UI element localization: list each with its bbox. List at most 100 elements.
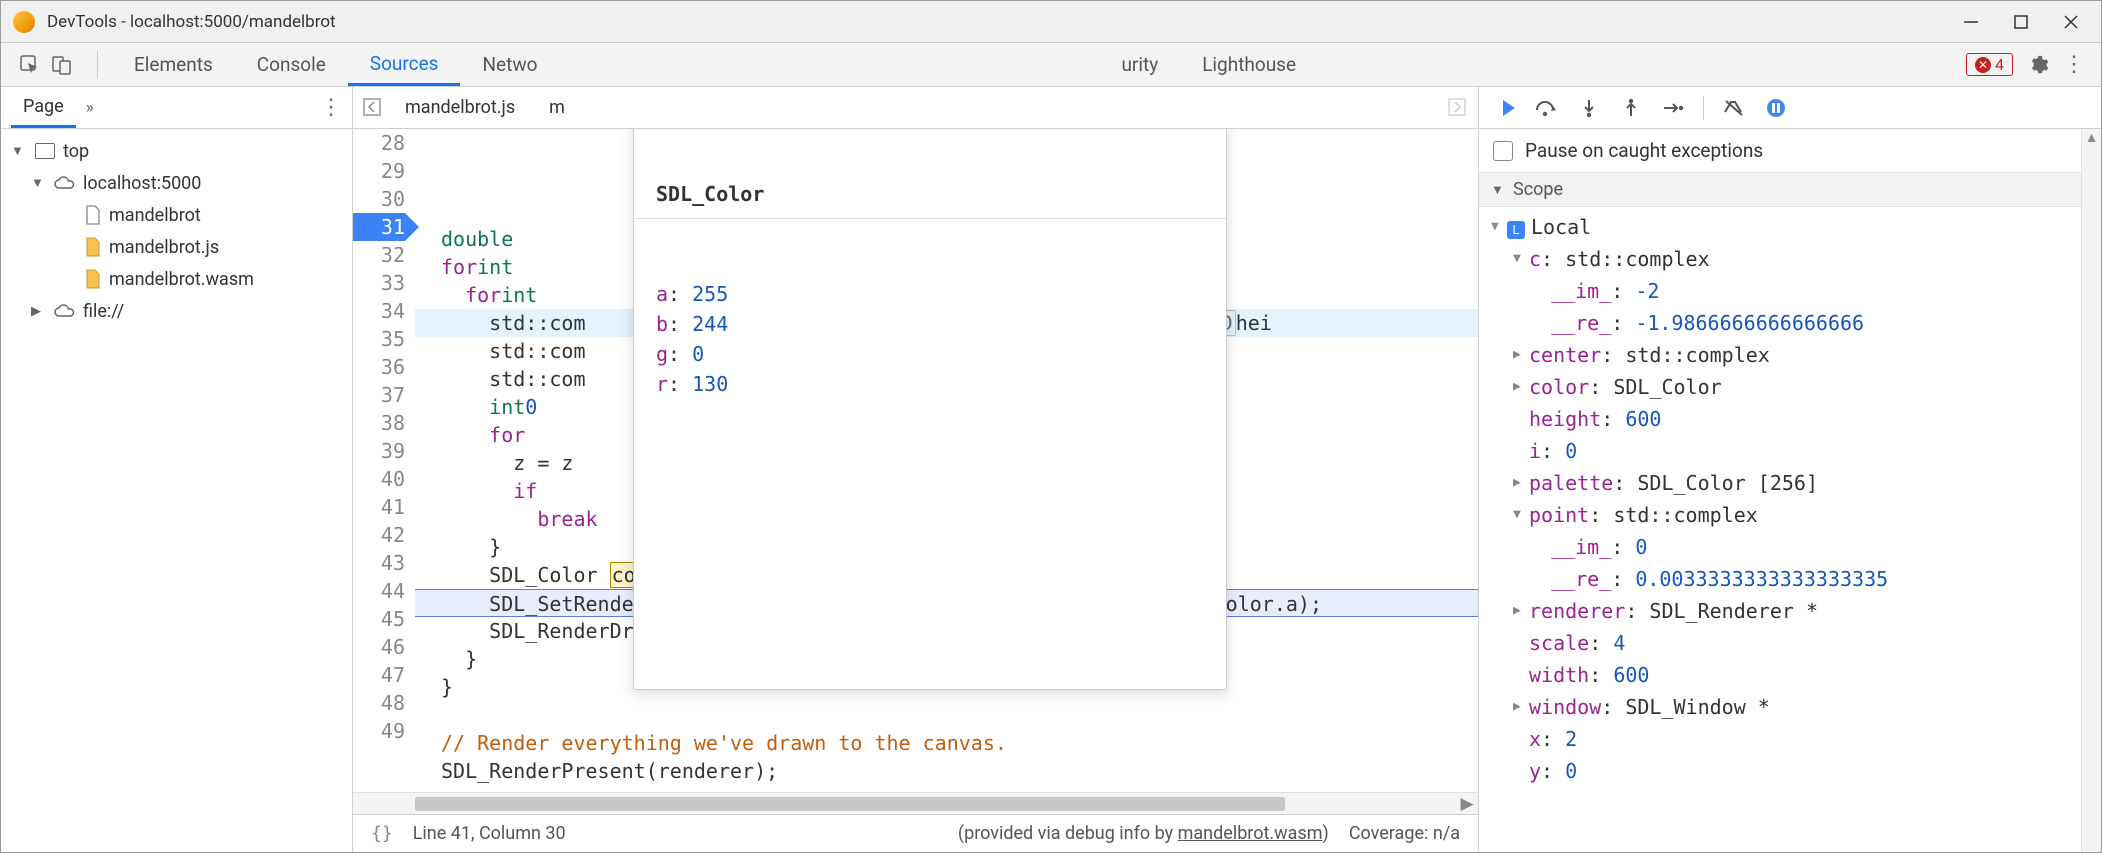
scope-row[interactable]: i: 0 bbox=[1491, 435, 2101, 467]
panel-tabs: Elements Console Sources Netwo urity Lig… bbox=[112, 43, 1318, 86]
editor-tabs: mandelbrot.js m bbox=[353, 87, 1478, 129]
scope-body[interactable]: LLocalc: std::complex__im_: -2__re_: -1.… bbox=[1479, 207, 2101, 852]
step-button[interactable] bbox=[1661, 96, 1685, 120]
error-count: 4 bbox=[1995, 55, 2004, 74]
checkbox[interactable] bbox=[1493, 141, 1513, 161]
scope-row[interactable]: __re_: 0.0033333333333333335 bbox=[1491, 563, 2101, 595]
popup-title: SDL_Color bbox=[634, 168, 1226, 219]
nav-back-icon[interactable] bbox=[363, 98, 383, 118]
tree-file-mandelbrot-js[interactable]: mandelbrot.js bbox=[1, 231, 352, 263]
tab-elements[interactable]: Elements bbox=[112, 43, 235, 86]
device-toggle-icon[interactable] bbox=[51, 54, 73, 76]
minimize-button[interactable] bbox=[1961, 12, 1981, 32]
main-area: Page » ⋮ top localhost:5000 mandelbrot bbox=[1, 87, 2101, 852]
sidebar-tab-more[interactable]: » bbox=[76, 98, 104, 118]
chevron-right-icon bbox=[31, 304, 47, 319]
file-icon bbox=[85, 237, 101, 257]
tree-file-scheme[interactable]: file:// bbox=[1, 295, 352, 327]
cloud-icon bbox=[53, 175, 77, 191]
sidebar-tab-page[interactable]: Page bbox=[11, 87, 76, 128]
scroll-up-icon[interactable]: ▲ bbox=[2082, 129, 2101, 149]
devtools-icon bbox=[13, 11, 35, 33]
scope-row[interactable]: center: std::complex bbox=[1491, 339, 2101, 371]
scope-row[interactable]: point: std::complex bbox=[1491, 499, 2101, 531]
vertical-scrollbar[interactable]: ▲ bbox=[2081, 129, 2101, 852]
debug-toolbar bbox=[1479, 87, 2101, 129]
chevron-down-icon bbox=[1491, 182, 1507, 198]
window-controls bbox=[1961, 12, 2089, 32]
debug-info-link[interactable]: mandelbrot.wasm bbox=[1178, 823, 1323, 844]
cursor-position: Line 41, Column 30 bbox=[413, 823, 566, 844]
tab-sources[interactable]: Sources bbox=[348, 43, 461, 86]
tab-lighthouse[interactable]: Lighthouse bbox=[1180, 43, 1318, 86]
editor-tab-mandelbrot-js[interactable]: mandelbrot.js bbox=[393, 87, 527, 128]
tab-network[interactable]: Netwo bbox=[460, 43, 559, 86]
coverage-status: Coverage: n/a bbox=[1349, 823, 1460, 844]
value-popup: SDL_Color a: 255b: 244g: 0r: 130 bbox=[633, 129, 1227, 690]
scope-row[interactable]: LLocal bbox=[1491, 211, 2101, 243]
step-out-button[interactable] bbox=[1619, 96, 1643, 120]
editor-tab-hidden[interactable]: m bbox=[537, 87, 577, 128]
pretty-print-icon[interactable]: {} bbox=[371, 823, 393, 844]
tree-file-mandelbrot-wasm[interactable]: mandelbrot.wasm bbox=[1, 263, 352, 295]
code-area[interactable]: SDL_Color a: 255b: 244g: 0r: 130 doublef… bbox=[415, 129, 1478, 792]
popup-body: a: 255b: 244g: 0r: 130 bbox=[634, 267, 1226, 413]
debug-panel: Pause on caught exceptions Scope LLocalc… bbox=[1479, 87, 2101, 852]
chevron-down-icon bbox=[31, 175, 47, 191]
scope-row[interactable]: c: std::complex bbox=[1491, 243, 2101, 275]
scope-row[interactable]: palette: SDL_Color [256] bbox=[1491, 467, 2101, 499]
line-gutter[interactable]: 2829303132333435363738394041424344454647… bbox=[353, 129, 415, 792]
window-title: DevTools - localhost:5000/mandelbrot bbox=[47, 12, 1961, 32]
step-into-button[interactable] bbox=[1577, 96, 1601, 120]
scope-row[interactable]: __re_: -1.9866666666666666 bbox=[1491, 307, 2101, 339]
scope-row[interactable]: y: 0 bbox=[1491, 755, 2101, 787]
debug-info-source: (provided via debug info by mandelbrot.w… bbox=[958, 823, 1329, 844]
sidebar: Page » ⋮ top localhost:5000 mandelbrot bbox=[1, 87, 353, 852]
scope-row[interactable]: color: SDL_Color bbox=[1491, 371, 2101, 403]
frame-icon bbox=[35, 143, 55, 159]
error-icon: ✕ bbox=[1975, 57, 1991, 73]
more-menu-icon[interactable]: ⋮ bbox=[2063, 52, 2085, 77]
scope-row[interactable]: __im_: -2 bbox=[1491, 275, 2101, 307]
scope-row[interactable]: scale: 4 bbox=[1491, 627, 2101, 659]
nav-forward-icon[interactable] bbox=[1448, 98, 1468, 118]
tab-console[interactable]: Console bbox=[235, 43, 348, 86]
pause-on-caught-row[interactable]: Pause on caught exceptions bbox=[1479, 129, 2101, 173]
resume-button[interactable] bbox=[1493, 96, 1517, 120]
pause-on-exceptions-button[interactable] bbox=[1764, 96, 1788, 120]
file-icon bbox=[85, 269, 101, 289]
sidebar-tabs: Page » ⋮ bbox=[1, 87, 352, 129]
file-tree: top localhost:5000 mandelbrot mandelbrot… bbox=[1, 129, 352, 852]
sidebar-kebab-icon[interactable]: ⋮ bbox=[320, 95, 342, 120]
maximize-button[interactable] bbox=[2011, 12, 2031, 32]
close-button[interactable] bbox=[2061, 12, 2081, 32]
scope-row[interactable]: __im_: 0 bbox=[1491, 531, 2101, 563]
scope-section-header[interactable]: Scope bbox=[1479, 173, 2101, 207]
statusbar: {} Line 41, Column 30 (provided via debu… bbox=[353, 814, 1478, 852]
scrollbar-thumb[interactable] bbox=[415, 797, 1285, 811]
scope-row[interactable]: width: 600 bbox=[1491, 659, 2101, 691]
cloud-icon bbox=[53, 303, 77, 319]
error-badge[interactable]: ✕ 4 bbox=[1966, 53, 2013, 76]
titlebar: DevTools - localhost:5000/mandelbrot bbox=[1, 1, 2101, 43]
tree-host[interactable]: localhost:5000 bbox=[1, 167, 352, 199]
chevron-down-icon bbox=[11, 143, 27, 159]
main-tabstrip: Elements Console Sources Netwo urity Lig… bbox=[1, 43, 2101, 87]
tree-top[interactable]: top bbox=[1, 135, 352, 167]
scope-row[interactable]: x: 2 bbox=[1491, 723, 2101, 755]
horizontal-scrollbar[interactable]: ▶ bbox=[353, 792, 1478, 814]
tab-security[interactable]: urity bbox=[1099, 43, 1180, 86]
scope-row[interactable]: height: 600 bbox=[1491, 403, 2101, 435]
editor-body[interactable]: 2829303132333435363738394041424344454647… bbox=[353, 129, 1478, 792]
settings-gear-icon[interactable] bbox=[2027, 54, 2049, 76]
deactivate-breakpoints-button[interactable] bbox=[1722, 96, 1746, 120]
devtools-window: DevTools - localhost:5000/mandelbrot Ele… bbox=[0, 0, 2102, 853]
file-icon bbox=[85, 205, 101, 225]
scope-row[interactable]: window: SDL_Window * bbox=[1491, 691, 2101, 723]
tree-file-mandelbrot[interactable]: mandelbrot bbox=[1, 199, 352, 231]
scope-row[interactable]: renderer: SDL_Renderer * bbox=[1491, 595, 2101, 627]
step-over-button[interactable] bbox=[1535, 96, 1559, 120]
scroll-right-icon[interactable]: ▶ bbox=[1456, 794, 1478, 814]
editor-column: mandelbrot.js m 282930313233343536373839… bbox=[353, 87, 1479, 852]
inspect-element-icon[interactable] bbox=[19, 54, 41, 76]
